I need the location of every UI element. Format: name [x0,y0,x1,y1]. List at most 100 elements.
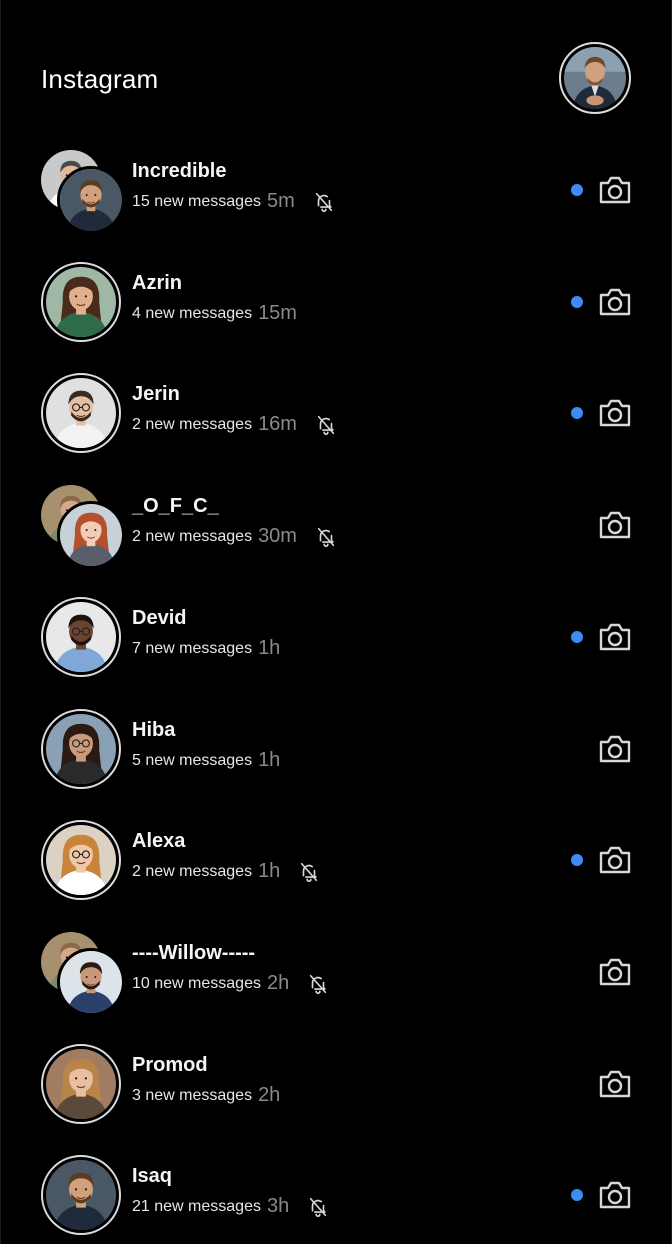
unread-dot [571,854,583,866]
unread-dot [571,184,583,196]
avatar [41,709,121,789]
message-count: 7 new messages [132,639,253,657]
thread-row[interactable]: Hiba 5 new messages 1h [1,709,672,821]
thread-avatar[interactable] [41,1044,121,1124]
thread-row[interactable]: _O_F_C_ 2 new messages 30m [1,485,672,597]
muted-bell-icon [313,191,335,213]
message-time: 1h [258,637,281,659]
thread-avatar[interactable] [41,597,121,677]
muted-bell-icon [307,973,329,995]
thread-avatar[interactable] [41,932,125,1016]
thread-meta: 3 new messages 2h [132,1084,280,1107]
avatar-photo [46,1160,116,1230]
thread-row[interactable]: Incredible 15 new messages 5m [1,150,672,262]
thread-name: Devid [132,607,187,629]
avatar-photo [46,714,116,784]
avatar-photo [46,602,116,672]
thread-row[interactable]: Jerin 2 new messages 16m [1,373,672,485]
avatar-photo [46,378,116,448]
thread-name: Hiba [132,719,176,741]
message-time: 15m [258,302,297,324]
thread-avatar[interactable] [41,150,125,234]
profile-avatar[interactable] [559,42,631,114]
message-count: 2 new messages [132,862,253,880]
thread-avatar[interactable] [41,485,125,569]
message-time: 2h [266,972,290,994]
avatar [41,820,121,900]
profile-photo [564,47,626,109]
thread-meta: 5 new messages 1h [132,749,280,772]
screen: Instagram Incredible 15 new messages 5m Azr… [0,0,672,1244]
muted-bell-icon [315,526,337,548]
unread-dot [571,296,583,308]
thread-row[interactable]: Alexa 2 new messages 1h [1,820,672,932]
avatar-photo [46,1049,116,1119]
thread-avatar[interactable] [41,262,121,342]
thread-row[interactable]: Devid 7 new messages 1h [1,597,672,709]
avatar [41,373,121,453]
message-time: 16m [258,413,297,435]
message-time: 2h [258,1084,281,1106]
muted-bell-icon [315,414,337,436]
thread-row[interactable]: Promod 3 new messages 2h [1,1044,672,1156]
group-avatar-front [57,166,125,234]
camera-icon[interactable] [597,621,633,653]
message-time: 3h [266,1195,290,1217]
thread-meta: 4 new messages 15m [132,302,297,325]
thread-row[interactable]: ----Willow----- 10 new messages 2h [1,932,672,1044]
thread-meta: 15 new messages 5m [132,190,335,213]
thread-name: Alexa [132,830,186,852]
camera-icon[interactable] [597,509,633,541]
camera-icon[interactable] [597,844,633,876]
thread-avatar[interactable] [41,373,121,453]
message-time: 30m [258,525,297,547]
thread-name: ----Willow----- [132,942,256,964]
thread-name: _O_F_C_ [132,495,219,517]
avatar-photo [46,825,116,895]
camera-icon[interactable] [597,956,633,988]
message-count: 15 new messages [132,192,261,210]
message-count: 10 new messages [132,974,261,992]
message-count: 5 new messages [132,751,253,769]
thread-name: Azrin [132,272,182,294]
muted-bell-icon [307,1196,329,1218]
message-time: 1h [258,860,281,882]
avatar [41,1044,121,1124]
message-count: 4 new messages [132,304,253,322]
thread-meta: 21 new messages 3h [132,1195,329,1218]
message-count: 2 new messages [132,527,253,545]
avatar-photo [46,267,116,337]
camera-icon[interactable] [597,397,633,429]
message-count: 2 new messages [132,415,253,433]
unread-dot [571,1189,583,1201]
group-avatar-front [57,501,125,569]
unread-dot [571,407,583,419]
thread-meta: 2 new messages 1h [132,860,320,883]
thread-avatar[interactable] [41,820,121,900]
message-time: 5m [266,190,295,212]
message-count: 21 new messages [132,1197,261,1215]
camera-icon[interactable] [597,1068,633,1100]
camera-icon[interactable] [597,733,633,765]
app-title: Instagram [41,64,159,94]
thread-meta: 2 new messages 16m [132,413,337,436]
thread-name: Isaq [132,1165,173,1187]
avatar [41,1155,121,1235]
thread-row[interactable]: Azrin 4 new messages 15m [1,262,672,374]
thread-avatar[interactable] [41,709,121,789]
muted-bell-icon [298,861,320,883]
unread-dot [571,631,583,643]
thread-meta: 2 new messages 30m [132,525,337,548]
thread-meta: 10 new messages 2h [132,972,329,995]
group-avatar-front [57,948,125,1016]
thread-name: Incredible [132,160,227,182]
header: Instagram [1,0,672,150]
avatar [41,597,121,677]
camera-icon[interactable] [597,174,633,206]
thread-row[interactable]: Isaq 21 new messages 3h [1,1155,672,1244]
message-time: 1h [258,749,281,771]
camera-icon[interactable] [597,286,633,318]
message-count: 3 new messages [132,1086,253,1104]
thread-avatar[interactable] [41,1155,121,1235]
camera-icon[interactable] [597,1179,633,1211]
